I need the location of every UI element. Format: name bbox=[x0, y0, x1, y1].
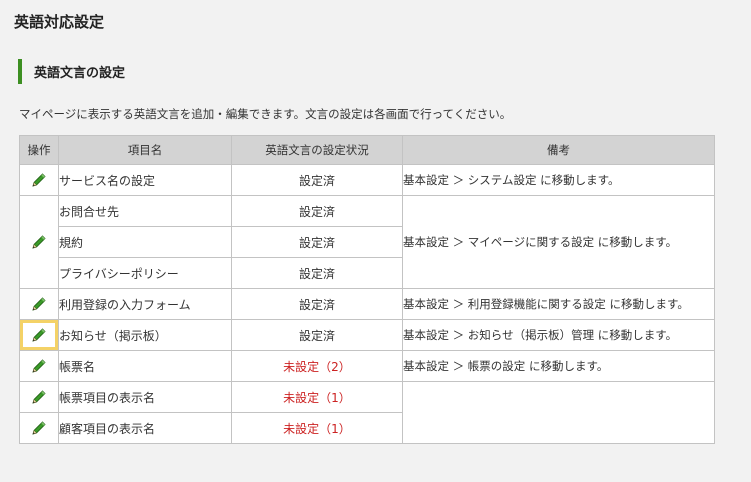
item-name: お知らせ（掲示板） bbox=[58, 319, 232, 351]
item-name: 顧客項目の表示名 bbox=[58, 412, 232, 444]
status-cell: 未設定（1） bbox=[231, 381, 403, 413]
item-name: 帳票名 bbox=[58, 350, 232, 382]
edit-button-highlighted[interactable] bbox=[20, 320, 58, 350]
section-title: 英語文言の設定 bbox=[34, 66, 126, 81]
item-name: サービス名の設定 bbox=[58, 164, 232, 196]
item-name: プライバシーポリシー bbox=[58, 257, 232, 289]
edit-button[interactable] bbox=[28, 231, 50, 253]
status-cell: 設定済 bbox=[231, 319, 403, 351]
header-note: 備考 bbox=[402, 135, 715, 165]
status-cell: 設定済 bbox=[231, 195, 403, 227]
status-cell: 設定済 bbox=[231, 164, 403, 196]
pencil-icon bbox=[31, 234, 47, 250]
note-cell: 基本設定 ＞ 利用登録機能に関する設定 に移動します。 bbox=[402, 288, 715, 320]
edit-button[interactable] bbox=[28, 386, 50, 408]
edit-button[interactable] bbox=[28, 169, 50, 191]
item-name: 帳票項目の表示名 bbox=[58, 381, 232, 413]
section-description: マイページに表示する英語文言を追加・編集できます。文言の設定は各画面で行ってくだ… bbox=[19, 107, 512, 121]
note-cell bbox=[402, 381, 715, 444]
table-row: サービス名の設定 設定済 基本設定 ＞ システム設定 に移動します。 bbox=[19, 164, 715, 196]
edit-button[interactable] bbox=[28, 417, 50, 439]
table-row: お問合せ先 設定済 基本設定 ＞ マイページに関する設定 に移動します。 bbox=[19, 195, 715, 289]
table-row: 帳票項目の表示名 未設定（1） bbox=[19, 381, 715, 444]
item-name: 利用登録の入力フォーム bbox=[58, 288, 232, 320]
table-row: お知らせ（掲示板） 設定済 基本設定 ＞ お知らせ（掲示板）管理 に移動します。 bbox=[19, 319, 715, 351]
pencil-icon bbox=[31, 389, 47, 405]
pencil-icon bbox=[31, 358, 47, 374]
pencil-icon bbox=[31, 420, 47, 436]
status-cell: 未設定（1） bbox=[231, 412, 403, 444]
table-row: 利用登録の入力フォーム 設定済 基本設定 ＞ 利用登録機能に関する設定 に移動し… bbox=[19, 288, 715, 320]
header-item: 項目名 bbox=[58, 135, 232, 165]
note-cell: 基本設定 ＞ 帳票の設定 に移動します。 bbox=[402, 350, 715, 382]
pencil-icon bbox=[31, 327, 47, 343]
pencil-icon bbox=[31, 172, 47, 188]
status-cell: 設定済 bbox=[231, 288, 403, 320]
note-cell: 基本設定 ＞ マイページに関する設定 に移動します。 bbox=[402, 195, 715, 289]
section-header: 英語文言の設定 bbox=[18, 59, 125, 84]
settings-table: 操作 項目名 英語文言の設定状況 備考 サービス名の設定 設定済 基本設定 ＞ … bbox=[19, 135, 715, 444]
item-name: 規約 bbox=[58, 226, 232, 258]
header-status: 英語文言の設定状況 bbox=[231, 135, 403, 165]
table-row: 帳票名 未設定（2） 基本設定 ＞ 帳票の設定 に移動します。 bbox=[19, 350, 715, 382]
pencil-icon bbox=[31, 296, 47, 312]
table-header-row: 操作 項目名 英語文言の設定状況 備考 bbox=[19, 135, 715, 165]
status-cell: 未設定（2） bbox=[231, 350, 403, 382]
note-cell: 基本設定 ＞ お知らせ（掲示板）管理 に移動します。 bbox=[402, 319, 715, 351]
section-accent-bar bbox=[18, 59, 22, 84]
page-title: 英語対応設定 bbox=[14, 13, 105, 31]
note-cell: 基本設定 ＞ システム設定 に移動します。 bbox=[402, 164, 715, 196]
status-cell: 設定済 bbox=[231, 226, 403, 258]
edit-button[interactable] bbox=[28, 355, 50, 377]
item-name: お問合せ先 bbox=[58, 195, 232, 227]
status-cell: 設定済 bbox=[231, 257, 403, 289]
edit-button[interactable] bbox=[28, 293, 50, 315]
header-op: 操作 bbox=[19, 135, 59, 165]
